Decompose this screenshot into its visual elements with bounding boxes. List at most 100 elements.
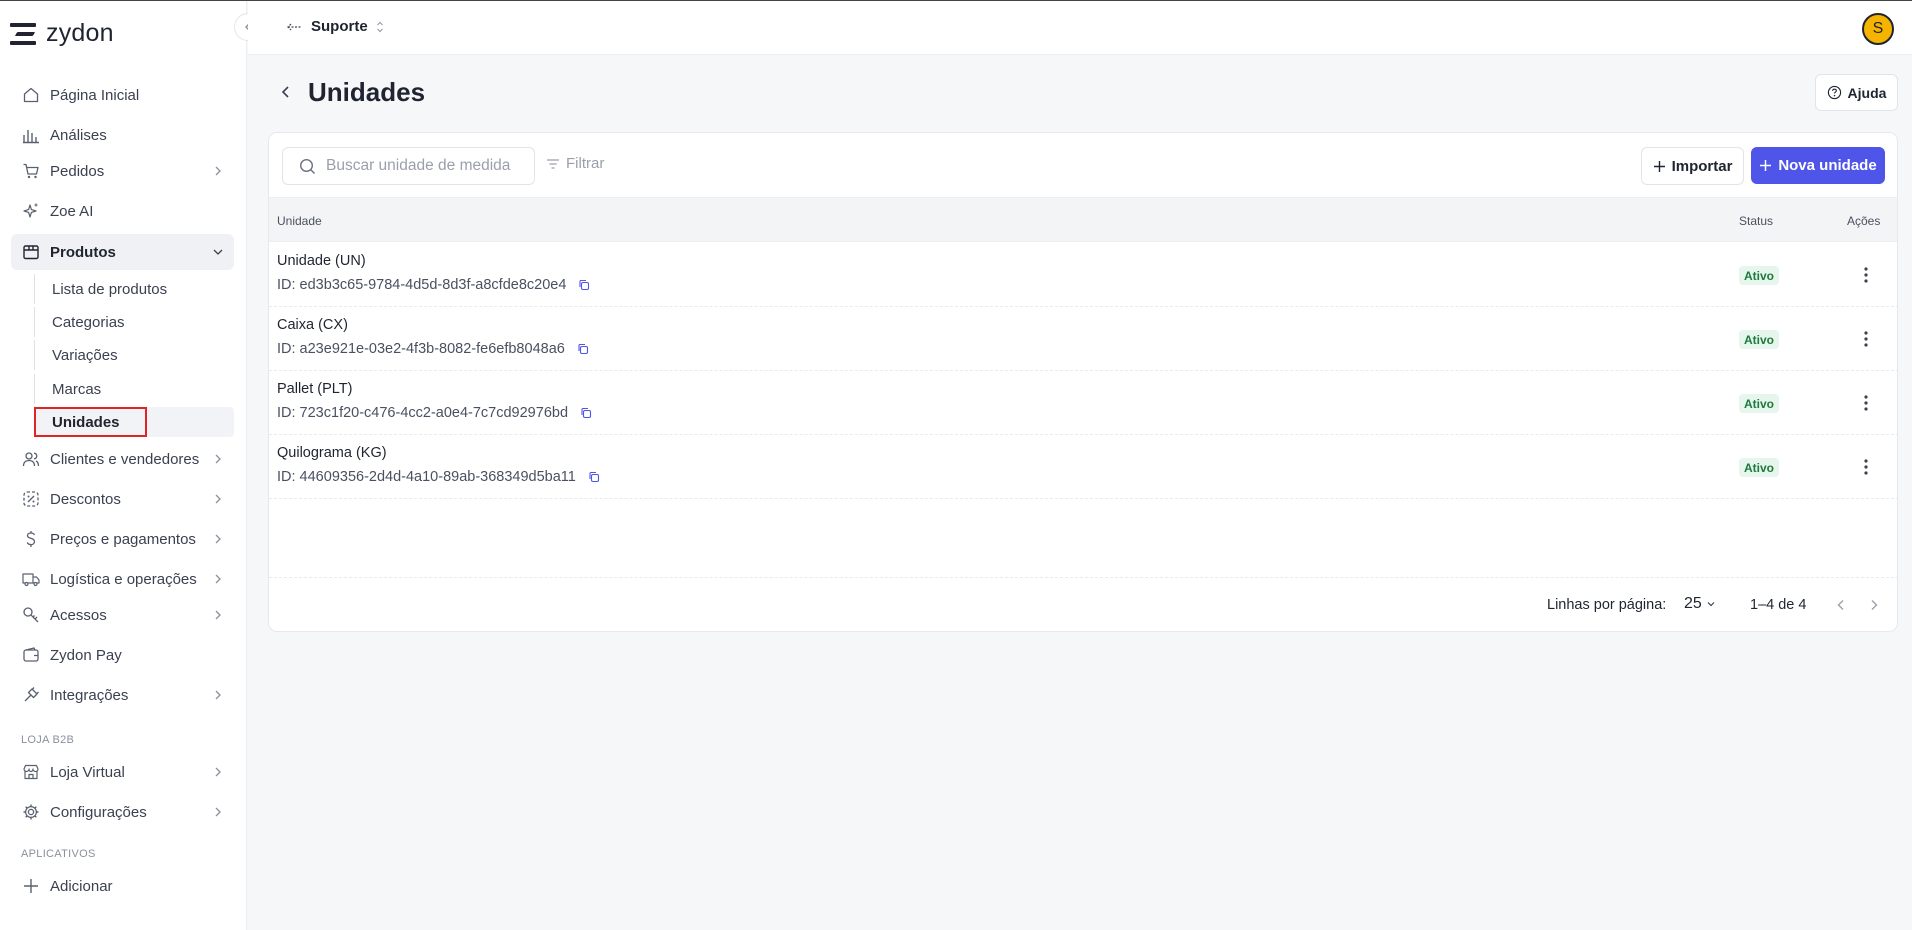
sidebar-item-descontos[interactable]: Descontos: [11, 481, 234, 517]
sidebar-item-label: Página Inicial: [50, 86, 140, 104]
new-unit-button[interactable]: Nova unidade: [1751, 147, 1885, 184]
store-icon: [22, 763, 40, 781]
sidebar-item-label: Produtos: [50, 243, 116, 261]
sidebar-item-label: Integrações: [50, 686, 129, 704]
sidebar-item-integracoes[interactable]: Integrações: [11, 677, 234, 713]
sidebar-item-label: Loja Virtual: [50, 763, 125, 781]
more-vertical-icon[interactable]: [1861, 329, 1871, 349]
unit-id-wrap: ID: 723c1f20-c476-4cc2-a0e4-7c7cd92976bd: [277, 405, 592, 421]
help-label: Ajuda: [1847, 84, 1887, 101]
units-card: Filtrar Importar Nova unidade Unidade St…: [268, 132, 1898, 632]
sidebar-item-label: Adicionar: [50, 877, 113, 895]
chevron-right-icon: [215, 610, 221, 620]
avatar[interactable]: S: [1862, 13, 1894, 45]
status-badge: Ativo: [1739, 458, 1779, 477]
status-badge: Ativo: [1739, 394, 1779, 413]
unit-name: Caixa (CX): [277, 317, 348, 333]
unit-id: ID: ed3b3c65-9784-4d5d-8d3f-a8cfde8c20e4: [277, 277, 567, 293]
sidebar-item-home[interactable]: Página Inicial: [11, 77, 234, 113]
copy-icon[interactable]: [578, 279, 590, 291]
column-header-status[interactable]: Status: [1739, 214, 1773, 228]
import-button[interactable]: Importar: [1641, 147, 1744, 185]
search-box[interactable]: [282, 147, 535, 185]
sidebar-item-zoe-ai[interactable]: Zoe AI: [11, 193, 234, 229]
arrow-left-icon: [287, 23, 302, 30]
sidebar-item-label: Zoe AI: [50, 202, 94, 220]
more-vertical-icon[interactable]: [1861, 393, 1871, 413]
more-vertical-icon[interactable]: [1861, 265, 1871, 285]
workspace-switcher[interactable]: Suporte: [286, 18, 385, 35]
unit-id-wrap: ID: ed3b3c65-9784-4d5d-8d3f-a8cfde8c20e4: [277, 277, 590, 293]
plus-icon: [22, 877, 40, 895]
sidebar-item-precos[interactable]: Preços e pagamentos: [11, 521, 234, 557]
copy-icon[interactable]: [577, 343, 589, 355]
unit-name: Pallet (PLT): [277, 381, 353, 397]
sidebar-item-zydon-pay[interactable]: Zydon Pay: [11, 637, 234, 673]
sidebar-subitem-categorias[interactable]: Categorias: [34, 307, 234, 337]
truck-icon: [22, 570, 40, 588]
help-button[interactable]: Ajuda: [1815, 74, 1898, 111]
sidebar-item-label: Pedidos: [50, 162, 105, 180]
home-icon: [22, 86, 40, 104]
unit-id: ID: 44609356-2d4d-4a10-89ab-368349d5ba11: [277, 469, 576, 485]
unit-id-wrap: ID: 44609356-2d4d-4a10-89ab-368349d5ba11: [277, 469, 600, 485]
discount-icon: [22, 490, 40, 508]
status-badge: Ativo: [1739, 266, 1779, 285]
rows-per-page-value: 25: [1684, 595, 1702, 612]
unit-id: ID: a23e921e-03e2-4f3b-8082-fe6efb8048a6: [277, 341, 565, 357]
sidebar-item-label: Logística e operações: [50, 570, 197, 588]
more-vertical-icon[interactable]: [1861, 457, 1871, 477]
topbar: Suporte S: [248, 1, 1912, 55]
sidebar-item-label: Preços e pagamentos: [50, 530, 196, 548]
chevron-right-icon: [215, 767, 221, 777]
sidebar-item-clientes[interactable]: Clientes e vendedores: [11, 441, 234, 477]
logo-icon: [10, 21, 38, 47]
filter-label: Filtrar: [566, 155, 605, 172]
sidebar-item-loja-virtual[interactable]: Loja Virtual: [11, 754, 234, 790]
table-row[interactable]: Quilograma (KG) ID: 44609356-2d4d-4a10-8…: [269, 435, 1897, 499]
plug-icon: [22, 686, 40, 704]
new-unit-label: Nova unidade: [1778, 157, 1877, 174]
table-row[interactable]: Caixa (CX) ID: a23e921e-03e2-4f3b-8082-f…: [269, 307, 1897, 371]
filter-button[interactable]: Filtrar: [546, 155, 604, 172]
previous-page-icon[interactable]: [1834, 598, 1848, 612]
pagination: Linhas por página: 25 1–4 de 4: [269, 577, 1897, 631]
users-icon: [22, 450, 40, 468]
selection-highlight: [34, 407, 147, 437]
sidebar-subitem-lista-produtos[interactable]: Lista de produtos: [34, 274, 234, 304]
back-button[interactable]: [278, 84, 294, 100]
sidebar-item-label: Análises: [50, 126, 107, 144]
status-badge: Ativo: [1739, 330, 1779, 349]
box-icon: [22, 243, 40, 261]
sidebar-item-configuracoes[interactable]: Configurações: [11, 794, 234, 830]
workspace-name: Suporte: [311, 18, 368, 35]
search-input[interactable]: [326, 157, 526, 175]
logo[interactable]: zydon: [10, 19, 114, 48]
wallet-icon: [22, 646, 40, 664]
key-icon: [22, 606, 40, 624]
sidebar-item-pedidos[interactable]: Pedidos: [11, 153, 234, 189]
rows-per-page-label: Linhas por página:: [1547, 597, 1667, 613]
sidebar-item-acessos[interactable]: Acessos: [11, 597, 234, 633]
unit-id: ID: 723c1f20-c476-4cc2-a0e4-7c7cd92976bd: [277, 405, 569, 421]
sidebar-subitem-variacoes[interactable]: Variações: [34, 340, 234, 370]
copy-icon[interactable]: [580, 407, 592, 419]
chevron-right-icon: [215, 690, 221, 700]
rows-per-page-select[interactable]: 25: [1684, 595, 1716, 613]
table-row[interactable]: Pallet (PLT) ID: 723c1f20-c476-4cc2-a0e4…: [269, 371, 1897, 435]
table-row[interactable]: Unidade (UN) ID: ed3b3c65-9784-4d5d-8d3f…: [269, 243, 1897, 307]
sidebar-item-analises[interactable]: Análises: [11, 117, 234, 153]
sidebar-item-label: Descontos: [50, 490, 121, 508]
column-header-unit[interactable]: Unidade: [277, 214, 322, 228]
chevron-down-icon: [1707, 602, 1715, 607]
sidebar-item-produtos[interactable]: Produtos: [11, 234, 234, 270]
copy-icon[interactable]: [588, 471, 600, 483]
filter-icon: [547, 158, 559, 169]
sidebar-subitem-marcas[interactable]: Marcas: [34, 374, 234, 404]
sidebar-item-adicionar[interactable]: Adicionar: [11, 868, 234, 904]
chevron-right-icon: [215, 807, 221, 817]
sidebar-item-label: Acessos: [50, 606, 107, 624]
sidebar-item-logistica[interactable]: Logística e operações: [11, 561, 234, 597]
next-page-icon[interactable]: [1867, 598, 1881, 612]
chevron-right-icon: [215, 534, 221, 544]
